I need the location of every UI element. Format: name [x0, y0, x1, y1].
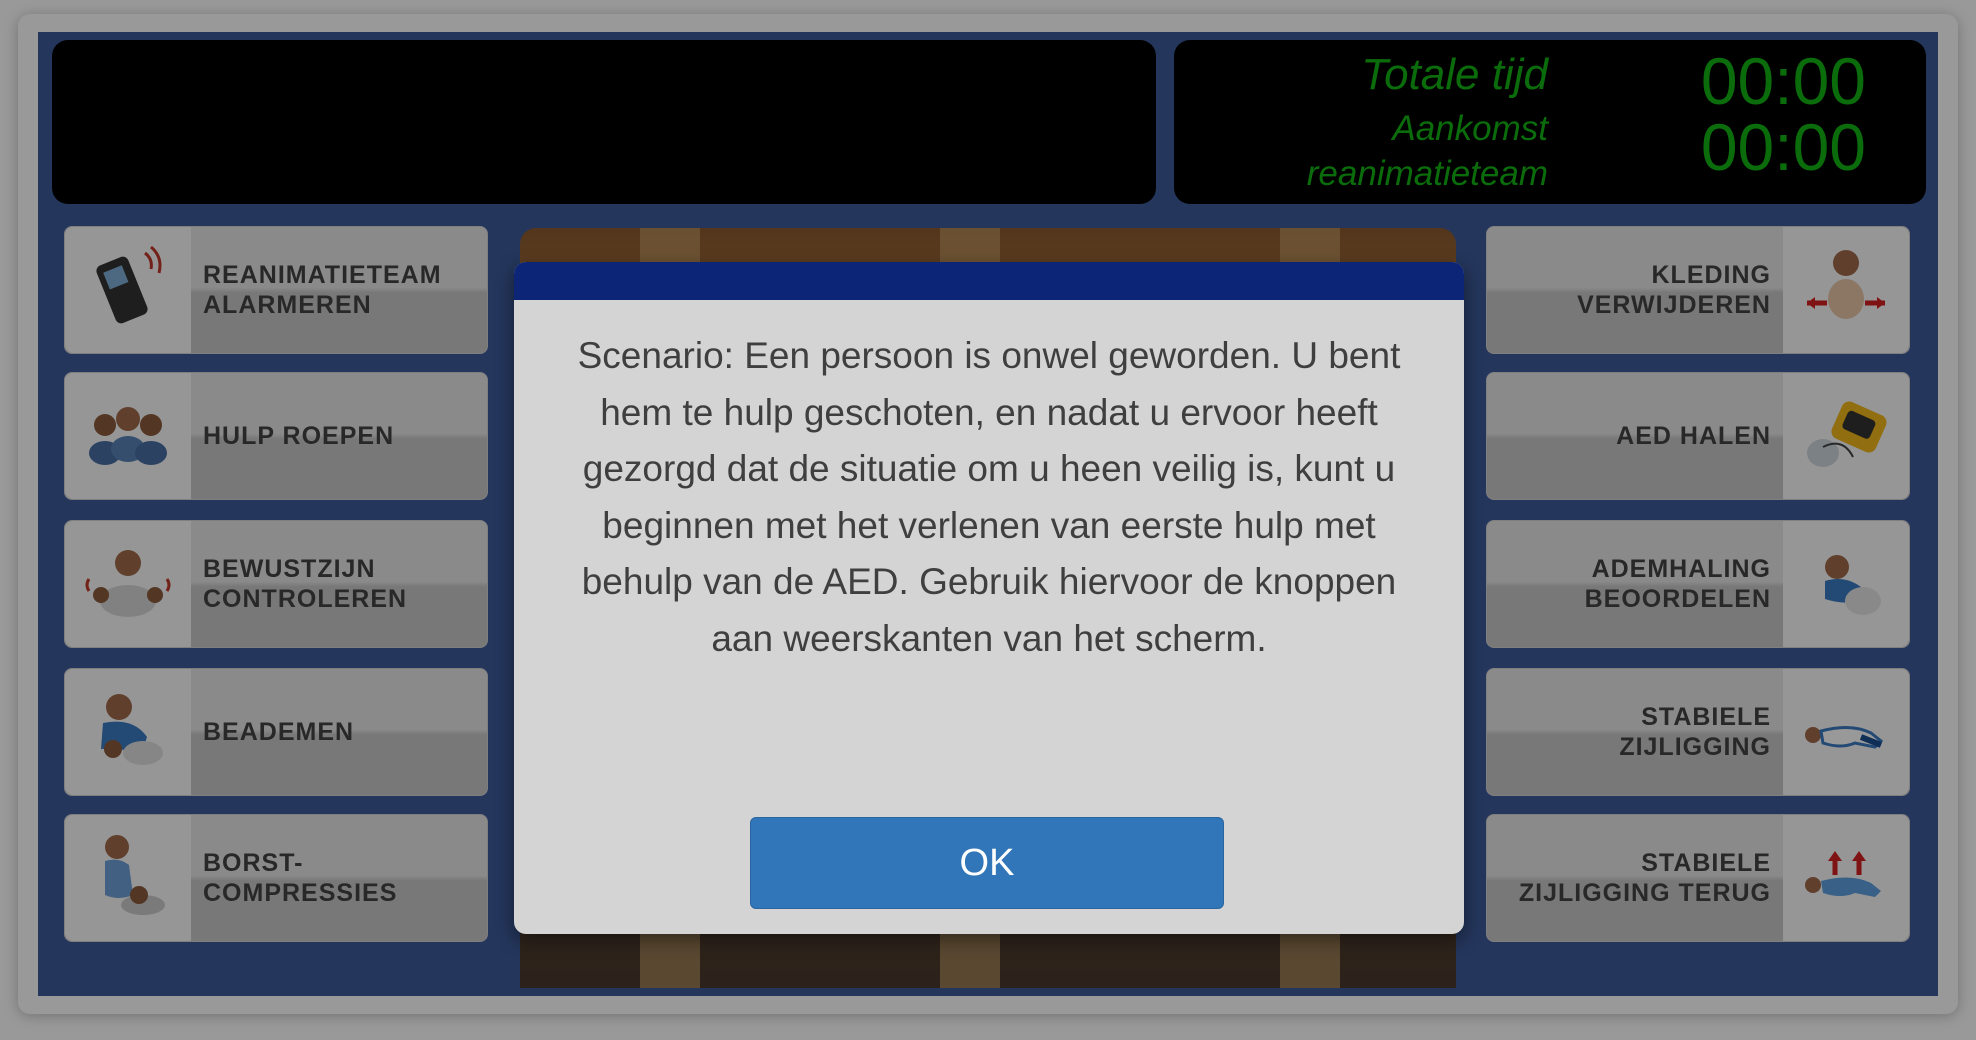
rescue-breaths-button[interactable]: BEADEMEN — [64, 668, 488, 796]
action-label: BEWUSTZIJN CONTROLEREN — [203, 555, 408, 613]
check-breathing-icon — [1783, 521, 1909, 647]
recovery-position-button[interactable]: STABIELE ZIJLIGGING — [1486, 668, 1910, 796]
action-label: REANIMATIETEAM ALARMEREN — [203, 261, 442, 319]
mobile-phone-icon — [65, 227, 191, 353]
action-label: ADEMHALING BEOORDELEN — [1584, 555, 1771, 613]
remove-clothing-button[interactable]: KLEDING VERWIJDEREN — [1486, 226, 1910, 354]
chest-compressions-button[interactable]: BORST- COMPRESSIES — [64, 814, 488, 942]
remove-clothing-icon — [1783, 227, 1909, 353]
ok-button[interactable]: OK — [750, 817, 1224, 909]
group-of-people-icon — [65, 373, 191, 499]
timer-panel: Totale tijd 00:00 Aankomst reanimatietea… — [1174, 40, 1926, 204]
scenario-text: Scenario: Een persoon is onwel geworden.… — [577, 335, 1401, 659]
aed-device-icon — [1783, 373, 1909, 499]
action-label: HULP ROEPEN — [203, 422, 395, 450]
alert-team-button[interactable]: REANIMATIETEAM ALARMEREN — [64, 226, 488, 354]
call-help-button[interactable]: HULP ROEPEN — [64, 372, 488, 500]
action-label: AED HALEN — [1616, 422, 1771, 450]
rescue-breath-icon — [65, 669, 191, 795]
get-aed-button[interactable]: AED HALEN — [1486, 372, 1910, 500]
total-time-label: Totale tijd — [1361, 50, 1548, 99]
action-label: KLEDING VERWIJDEREN — [1577, 261, 1771, 319]
action-label: BEADEMEN — [203, 718, 355, 746]
action-label: BORST- COMPRESSIES — [203, 849, 398, 907]
recovery-position-reverse-icon — [1783, 815, 1909, 941]
action-label: STABIELE ZIJLIGGING TERUG — [1518, 849, 1771, 907]
recovery-position-icon — [1783, 669, 1909, 795]
arrival-time-value: 00:00 — [1700, 110, 1866, 184]
assess-breathing-button[interactable]: ADEMHALING BEOORDELEN — [1486, 520, 1910, 648]
message-panel — [52, 40, 1156, 204]
arrival-team-label: Aankomst reanimatieteam — [1307, 106, 1548, 196]
scenario-dialog: Scenario: Een persoon is onwel geworden.… — [514, 262, 1464, 934]
action-label: STABIELE ZIJLIGGING — [1619, 703, 1771, 761]
dialog-header — [514, 262, 1464, 300]
recovery-position-back-button[interactable]: STABIELE ZIJLIGGING TERUG — [1486, 814, 1910, 942]
total-time-value: 00:00 — [1700, 44, 1866, 118]
chest-compression-icon — [65, 815, 191, 941]
arrival-label-line2: reanimatieteam — [1306, 154, 1548, 193]
check-consciousness-button[interactable]: BEWUSTZIJN CONTROLEREN — [64, 520, 488, 648]
shake-shoulders-icon — [65, 521, 191, 647]
arrival-label-line1: Aankomst — [1392, 109, 1548, 148]
